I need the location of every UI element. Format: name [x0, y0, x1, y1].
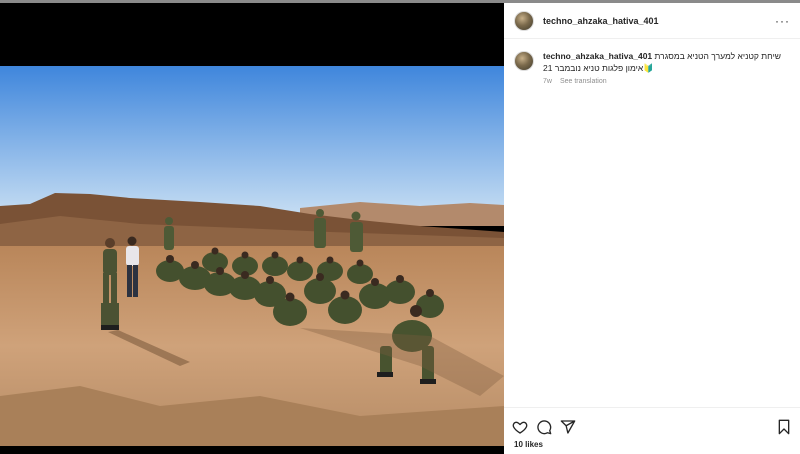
post-media[interactable] [0, 3, 504, 454]
likes-count[interactable]: 10 likes [514, 440, 543, 449]
caption-text-line1: שיחת קטניא למערך הטניא במסגרת [654, 51, 782, 61]
caption-avatar[interactable] [514, 51, 534, 71]
heart-icon[interactable] [512, 419, 528, 435]
post-time[interactable]: 7w [543, 78, 552, 85]
caption-username[interactable]: techno_ahzaka_hativa_401 [543, 51, 652, 61]
caption-emoji: 🔰 [643, 63, 654, 73]
comment-icon[interactable] [536, 419, 552, 435]
post-actions [504, 407, 800, 435]
post-photo[interactable] [0, 66, 504, 446]
caption-text-line2: אימון פלגות טניא נובמבר 21 [543, 63, 644, 73]
author-username[interactable]: techno_ahzaka_hativa_401 [543, 16, 659, 26]
send-icon[interactable] [560, 419, 576, 435]
post-caption: techno_ahzaka_hativa_401 שיחת קטניא למער… [504, 39, 800, 85]
post-panel: techno_ahzaka_hativa_401 ··· techno_ahza… [504, 3, 800, 454]
bookmark-icon[interactable] [776, 419, 792, 435]
post-header: techno_ahzaka_hativa_401 ··· [504, 3, 800, 39]
see-translation-link[interactable]: See translation [560, 78, 607, 85]
more-options-icon[interactable]: ··· [775, 14, 790, 28]
author-avatar[interactable] [514, 10, 534, 31]
sky [0, 66, 504, 216]
